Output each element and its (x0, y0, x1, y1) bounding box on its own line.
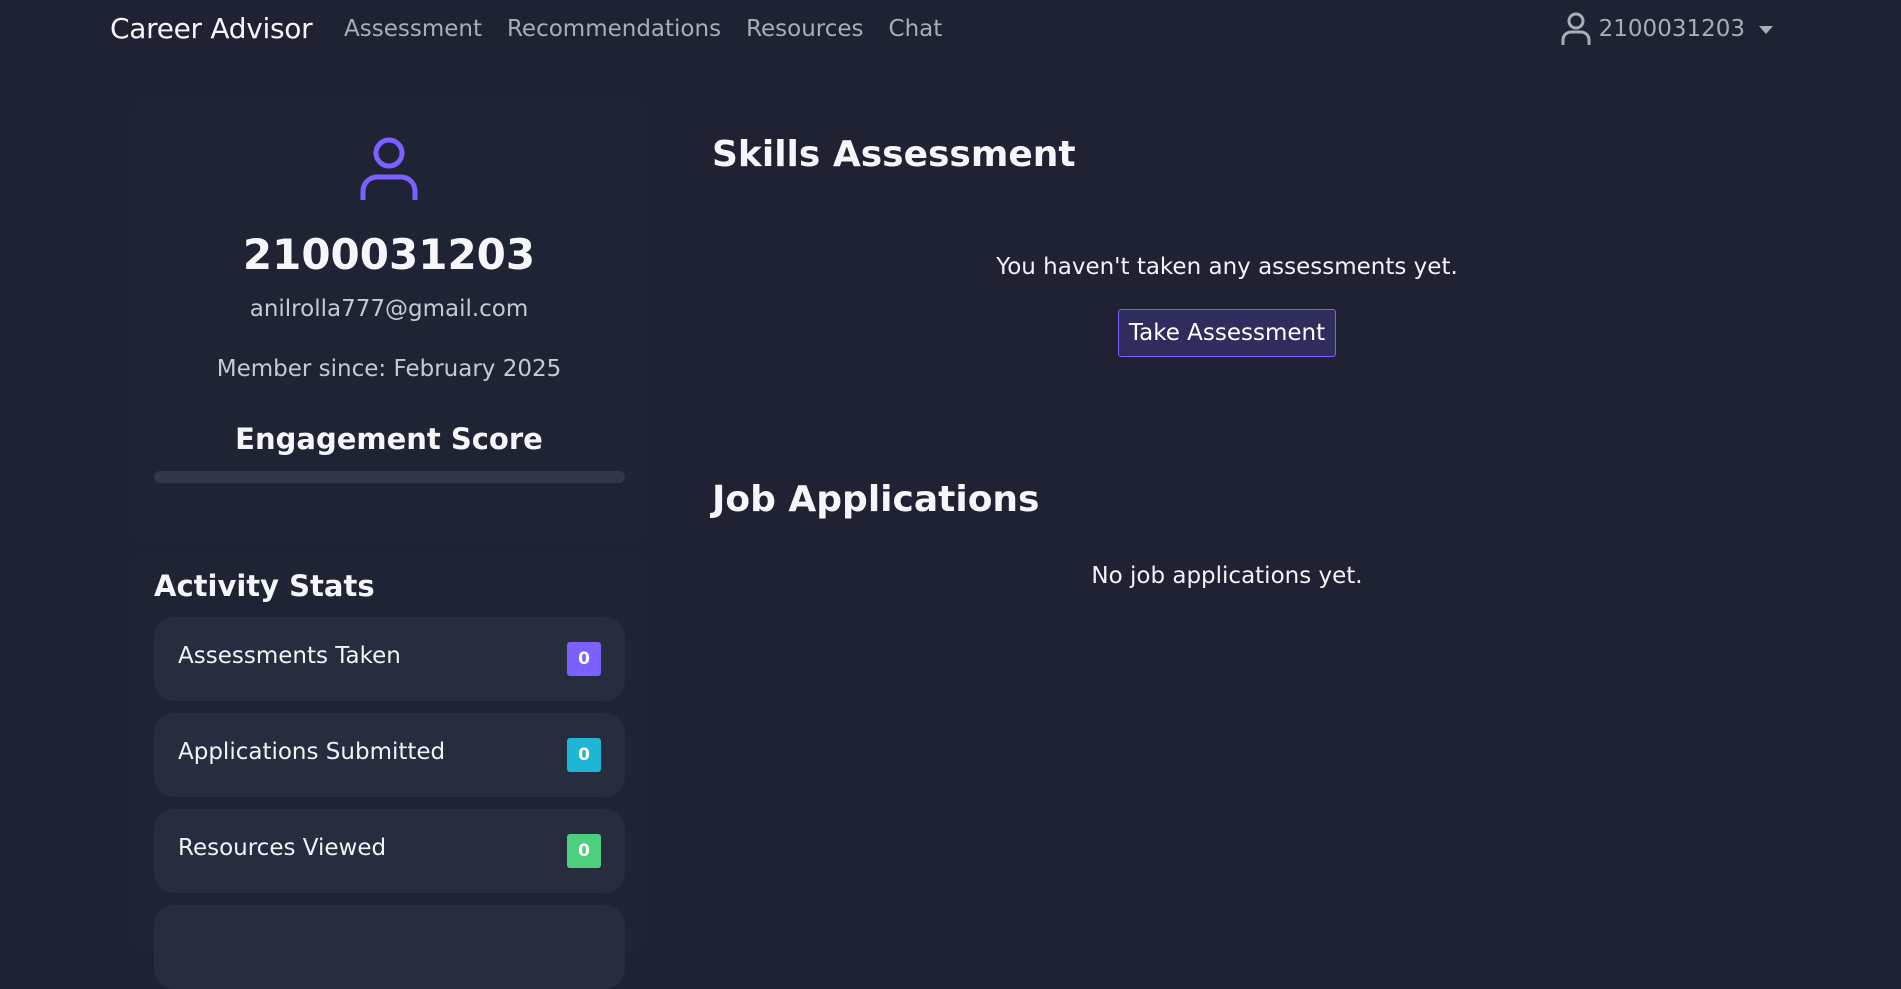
stat-item-assessments[interactable]: Assessments Taken 0 (154, 617, 625, 701)
nav-link-resources[interactable]: Resources (746, 16, 863, 42)
stat-badge: 0 (567, 834, 601, 868)
take-assessment-button[interactable]: Take Assessment (1118, 309, 1336, 357)
profile-email: anilrolla777@gmail.com (249, 296, 529, 322)
assessment-empty-message: You haven't taken any assessments yet. (996, 254, 1458, 280)
stat-item-resources[interactable]: Resources Viewed 0 (154, 809, 625, 893)
user-icon (360, 137, 418, 200)
job-applications-title: Job Applications (712, 479, 1040, 520)
engagement-progress-bar (154, 471, 625, 483)
profile-username: 2100031203 (242, 230, 536, 279)
stat-item-partial[interactable] (154, 905, 625, 989)
activity-stats-card: Activity Stats Assessments Taken 0 Appli… (134, 553, 644, 989)
nav-links: Assessment Recommendations Resources Cha… (344, 16, 942, 42)
nav-link-assessment[interactable]: Assessment (344, 16, 482, 42)
stat-label: Resources Viewed (178, 835, 387, 861)
nav-link-recommendations[interactable]: Recommendations (507, 16, 721, 42)
top-navbar: Career Advisor Assessment Recommendation… (0, 0, 1901, 60)
stat-item-applications[interactable]: Applications Submitted 0 (154, 713, 625, 797)
stat-label: Applications Submitted (178, 739, 446, 765)
profile-card: 2100031203 anilrolla777@gmail.com Member… (134, 100, 644, 545)
engagement-score-title: Engagement Score (235, 422, 543, 456)
user-menu-label: 2100031203 (1598, 16, 1745, 42)
chevron-down-icon (1759, 26, 1773, 34)
user-menu-dropdown[interactable]: 2100031203 (1561, 12, 1773, 46)
stat-label: Assessments Taken (178, 643, 401, 669)
user-icon (1561, 12, 1591, 45)
stat-badge: 0 (567, 738, 601, 772)
activity-stats-title: Activity Stats (154, 569, 375, 603)
stat-badge: 0 (567, 642, 601, 676)
brand-link[interactable]: Career Advisor (110, 12, 313, 45)
job-applications-empty-message: No job applications yet. (1091, 563, 1363, 589)
member-since: Member since: February 2025 (216, 356, 562, 382)
nav-link-chat[interactable]: Chat (889, 16, 943, 42)
skills-assessment-title: Skills Assessment (712, 134, 1076, 175)
